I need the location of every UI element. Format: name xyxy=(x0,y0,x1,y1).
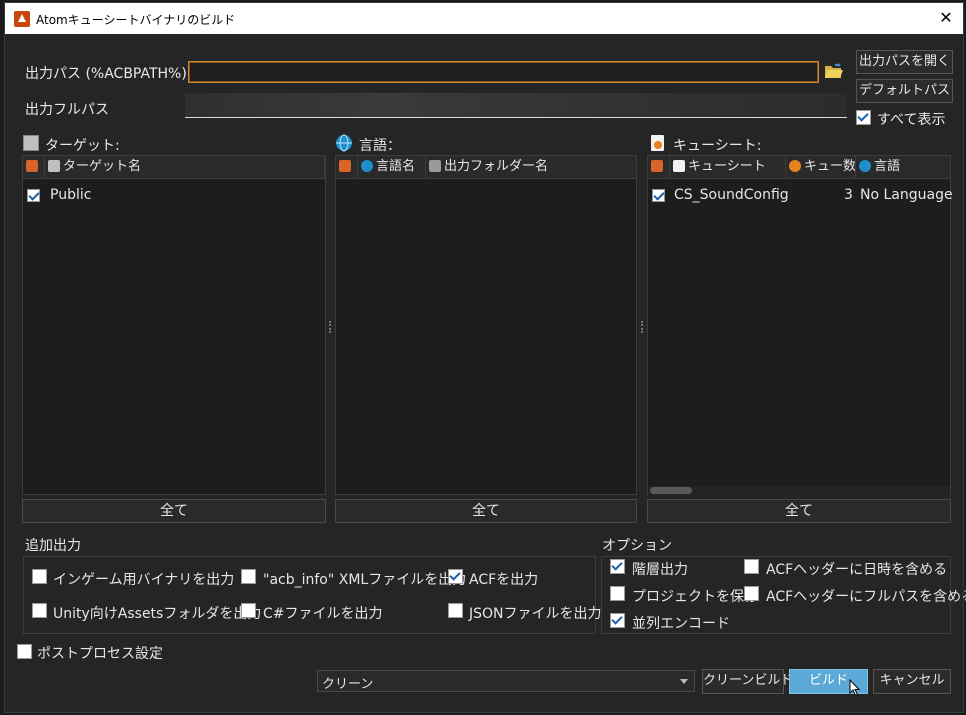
target-select-all-button[interactable]: 全て xyxy=(22,499,326,523)
output-fullpath-label: 出力フルパス xyxy=(25,102,109,118)
json-file-checkbox[interactable] xyxy=(448,603,463,618)
ingame-binary-checkbox[interactable] xyxy=(32,569,47,584)
output-path-input[interactable] xyxy=(188,61,819,83)
hierarchy-output-label: 階層出力 xyxy=(632,562,688,578)
build-mode-select[interactable]: クリーン xyxy=(317,670,695,692)
output-fullpath-field xyxy=(185,93,847,118)
output-path-label: 出力パス (%ACBPATH%) xyxy=(25,66,187,82)
postprocess-label: ポストプロセス設定 xyxy=(37,646,163,662)
target-panel-title: ターゲット: xyxy=(45,138,120,154)
cuesheet-checkbox[interactable] xyxy=(652,189,665,202)
globe-icon xyxy=(859,160,871,172)
acf-output-checkbox[interactable] xyxy=(448,569,463,584)
target-name-column-header[interactable]: ターゲット名 xyxy=(45,156,325,178)
cuesheet-list: キューシート キュー数 言語 CS_SoundConfig 3 No Langu… xyxy=(647,155,953,495)
mouse-cursor-icon xyxy=(849,679,861,697)
target-checkbox[interactable] xyxy=(27,189,40,202)
folder-icon xyxy=(429,160,441,172)
sort-column-header[interactable] xyxy=(336,156,358,178)
sort-icon xyxy=(339,160,351,172)
postprocess-checkbox[interactable] xyxy=(17,644,32,659)
language-panel-title: 言語： xyxy=(359,138,401,154)
sort-icon xyxy=(651,160,663,172)
sort-column-header[interactable] xyxy=(648,156,670,178)
acf-header-fullpath-label: ACFヘッダーにフルパスを含める xyxy=(766,589,966,605)
cue-count-column-header[interactable]: キュー数 xyxy=(786,156,856,178)
hierarchy-output-checkbox[interactable] xyxy=(610,559,625,574)
show-all-label: すべて表示 xyxy=(877,112,946,128)
title-bar: Atomキューシートバイナリのビルド ✕ xyxy=(5,3,963,34)
cuesheet-column-header[interactable]: キューシート xyxy=(670,156,786,178)
chevron-down-icon xyxy=(680,679,688,684)
unity-assets-checkbox[interactable] xyxy=(32,603,47,618)
csharp-file-checkbox[interactable] xyxy=(241,603,256,618)
additional-output-title: 追加出力 xyxy=(25,538,81,554)
target-icon xyxy=(48,160,60,172)
cuesheet-language: No Language xyxy=(860,187,953,203)
acf-output-label: ACFを出力 xyxy=(469,572,539,588)
default-path-button[interactable]: デフォルトパス xyxy=(856,79,953,103)
language-list-header: 言語名 出力フォルダー名 xyxy=(336,156,636,179)
cuesheet-panel-title: キューシート: xyxy=(673,138,762,154)
list-item[interactable]: Public xyxy=(27,184,317,206)
close-icon[interactable]: ✕ xyxy=(935,7,957,29)
list-item[interactable]: CS_SoundConfig 3 No Language xyxy=(652,184,953,206)
window-title: Atomキューシートバイナリのビルド xyxy=(36,13,236,27)
cuesheet-icon xyxy=(673,160,685,172)
language-select-all-button[interactable]: 全て xyxy=(335,499,637,523)
sort-column-header[interactable] xyxy=(23,156,45,178)
cuesheet-icon xyxy=(651,135,664,151)
acf-header-fullpath-checkbox[interactable] xyxy=(744,586,759,601)
save-project-label: プロジェクトを保存 xyxy=(632,589,758,605)
cuesheet-list-header: キューシート キュー数 言語 xyxy=(648,156,950,179)
language-column-header[interactable]: 言語 xyxy=(856,156,950,178)
clean-build-button[interactable]: クリーンビルド xyxy=(702,669,793,694)
target-name: Public xyxy=(50,187,92,203)
cue-count: 3 xyxy=(844,187,853,203)
cancel-button[interactable]: キャンセル xyxy=(873,669,951,694)
parallel-encode-label: 並列エンコード xyxy=(632,616,730,632)
ingame-binary-label: インゲーム用バイナリを出力 xyxy=(53,572,235,588)
scrollbar-thumb[interactable] xyxy=(650,487,692,494)
sort-icon xyxy=(26,160,38,172)
language-list: 言語名 出力フォルダー名 xyxy=(335,155,637,495)
json-file-label: JSONファイルを出力 xyxy=(469,606,602,622)
csharp-file-label: C#ファイルを出力 xyxy=(263,606,383,622)
save-project-checkbox[interactable] xyxy=(610,586,625,601)
acb-info-xml-label: "acb_info" XMLファイルを出力 xyxy=(263,572,467,588)
unity-assets-label: Unity向けAssetsフォルダを出力 xyxy=(53,606,262,622)
horizontal-scrollbar[interactable] xyxy=(648,486,950,495)
acb-info-xml-checkbox[interactable] xyxy=(241,569,256,584)
build-dialog: Atomキューシートバイナリのビルド ✕ 出力パス (%ACBPATH%) 出力… xyxy=(4,2,966,713)
output-folder-column-header[interactable]: 出力フォルダー名 xyxy=(426,156,636,178)
globe-icon xyxy=(336,134,352,152)
open-folder-icon[interactable] xyxy=(824,62,844,80)
target-icon xyxy=(23,135,39,151)
globe-icon xyxy=(361,160,373,172)
acf-header-datetime-label: ACFヘッダーに日時を含める xyxy=(766,562,948,578)
atom-app-icon xyxy=(14,11,30,27)
parallel-encode-checkbox[interactable] xyxy=(610,613,625,628)
acf-header-datetime-checkbox[interactable] xyxy=(744,559,759,574)
cue-icon xyxy=(789,160,801,172)
target-list: ターゲット名 Public xyxy=(22,155,326,495)
cuesheet-name: CS_SoundConfig xyxy=(674,187,789,203)
open-output-path-button[interactable]: 出力パスを開く xyxy=(856,50,953,74)
target-list-header: ターゲット名 xyxy=(23,156,325,179)
language-name-column-header[interactable]: 言語名 xyxy=(358,156,426,178)
cuesheet-select-all-button[interactable]: 全て xyxy=(647,499,951,523)
options-title: オプション xyxy=(602,538,672,554)
build-mode-value: クリーン xyxy=(322,677,374,692)
show-all-checkbox[interactable] xyxy=(856,110,871,125)
